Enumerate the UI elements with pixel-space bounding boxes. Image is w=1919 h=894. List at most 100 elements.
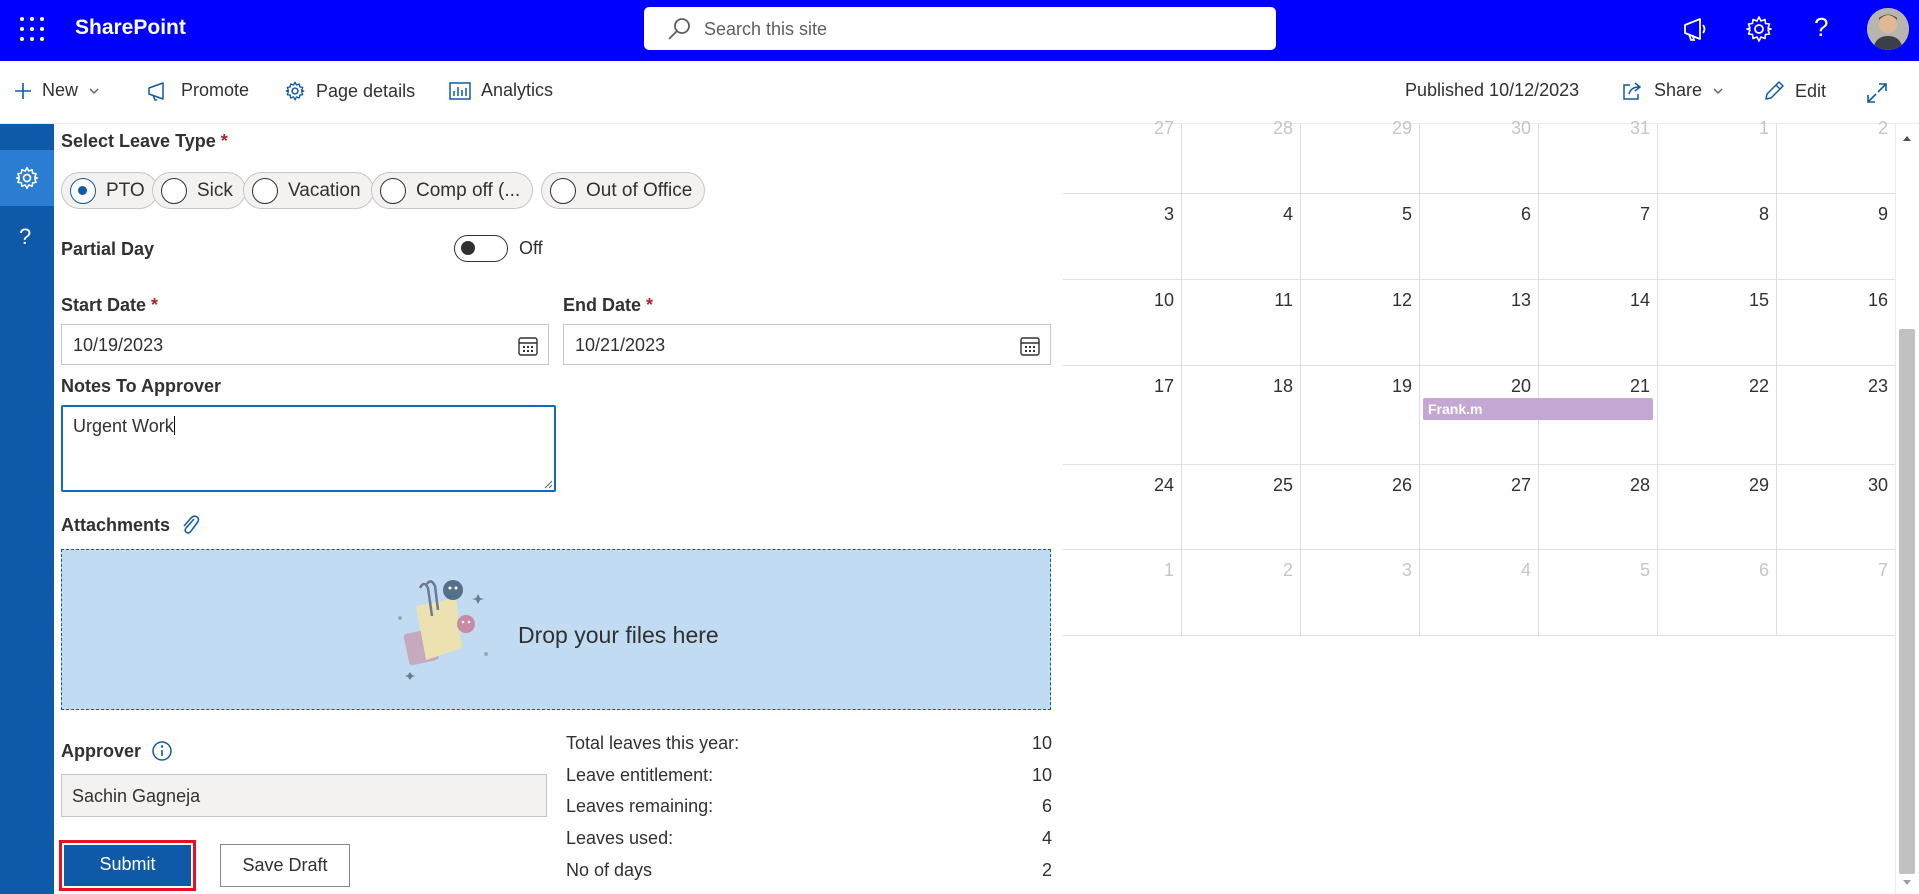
rail-settings-item[interactable] <box>0 150 54 206</box>
share-label: Share <box>1654 80 1703 100</box>
calendar-day-cell[interactable]: 26 <box>1301 465 1420 550</box>
user-avatar[interactable] <box>1867 8 1909 50</box>
calendar-day-cell[interactable]: 7 <box>1777 550 1896 636</box>
save-draft-button[interactable]: Save Draft <box>220 844 350 887</box>
calendar-day-cell[interactable]: 14 <box>1539 280 1658 366</box>
calendar-day-cell[interactable]: 10 <box>1063 280 1182 366</box>
share-icon <box>1623 81 1642 100</box>
stat-value-remaining: 6 <box>1041 796 1052 816</box>
calendar-day-number: 3 <box>1163 204 1174 224</box>
scroll-down-arrow-icon[interactable] <box>1902 879 1912 887</box>
calendar-day-cell[interactable]: 30 <box>1420 118 1539 194</box>
edit-button[interactable]: Edit <box>1763 80 1826 102</box>
leave-type-option-vacation[interactable]: Vacation <box>243 172 374 209</box>
partial-day-toggle[interactable] <box>454 235 508 262</box>
calendar-day-cell[interactable]: 30 <box>1777 465 1896 550</box>
start-date-label: Start Date * <box>61 295 158 316</box>
promote-button[interactable]: Promote <box>147 80 249 101</box>
calendar-day-cell[interactable]: 3 <box>1063 194 1182 280</box>
calendar-day-cell[interactable]: 6 <box>1420 194 1539 280</box>
calendar-day-number: 3 <box>1401 560 1412 580</box>
search-placeholder: Search this site <box>704 19 828 39</box>
submit-button[interactable]: Submit <box>59 840 196 891</box>
drop-files-text: Drop your files here <box>518 622 719 648</box>
calendar-day-cell[interactable]: 17 <box>1063 366 1182 465</box>
share-button[interactable]: Share <box>1622 80 1724 101</box>
app-brand[interactable]: SharePoint <box>75 16 186 40</box>
expand-icon[interactable] <box>1866 82 1888 104</box>
calendar-day-cell[interactable]: 9 <box>1777 194 1896 280</box>
calendar-day-cell[interactable]: 6 <box>1658 550 1777 636</box>
calendar-day-cell[interactable]: 15 <box>1658 280 1777 366</box>
calendar-day-cell[interactable]: 27 <box>1420 465 1539 550</box>
calendar-day-number: 19 <box>1391 376 1412 396</box>
calendar-day-number: 4 <box>1282 204 1293 224</box>
calendar-icon[interactable] <box>518 336 538 356</box>
calendar-day-cell[interactable]: 28 <box>1182 118 1301 194</box>
calendar-day-number: 20 <box>1510 376 1531 396</box>
resize-grip-icon[interactable] <box>543 479 553 489</box>
calendar-day-cell[interactable]: 3 <box>1301 550 1420 636</box>
search-box[interactable]: Search this site <box>644 7 1276 50</box>
leave-type-option-comp-off[interactable]: Comp off (... <box>371 172 534 209</box>
calendar-day-cell[interactable]: 16 <box>1777 280 1896 366</box>
calendar-day-cell[interactable]: 2 <box>1182 550 1301 636</box>
calendar-day-cell[interactable]: 29 <box>1301 118 1420 194</box>
calendar-day-cell[interactable]: 23 <box>1777 366 1896 465</box>
calendar-day-cell[interactable]: 13 <box>1420 280 1539 366</box>
help-icon[interactable]: ? <box>19 224 31 250</box>
calendar-day-cell[interactable]: 4 <box>1420 550 1539 636</box>
analytics-button[interactable]: Analytics <box>449 80 553 101</box>
leave-type-option-sick[interactable]: Sick <box>152 172 246 209</box>
start-date-field[interactable]: 10/19/2023 <box>61 324 549 365</box>
end-date-field[interactable]: 10/21/2023 <box>563 324 1051 365</box>
leave-type-option-pto[interactable]: PTO <box>61 172 158 209</box>
calendar-day-cell[interactable]: 29 <box>1658 465 1777 550</box>
leave-type-option-label: Comp off (... <box>416 179 521 201</box>
notes-textarea[interactable]: Urgent Work <box>61 405 556 492</box>
calendar-day-cell[interactable]: 2 <box>1777 118 1896 194</box>
info-icon[interactable] <box>151 740 173 762</box>
leave-type-option-label: PTO <box>106 179 145 201</box>
approver-field: Sachin Gagneja <box>61 774 547 817</box>
calendar-day-cell[interactable]: 12 <box>1301 280 1420 366</box>
scroll-up-arrow-icon[interactable] <box>1902 134 1912 142</box>
app-launcher-icon[interactable] <box>18 15 46 43</box>
radio-selected-icon <box>70 177 96 204</box>
chevron-down-icon <box>89 88 99 94</box>
calendar-day-cell[interactable]: 5 <box>1539 550 1658 636</box>
megaphone-icon[interactable] <box>1680 14 1710 44</box>
calendar-day-cell[interactable]: 27 <box>1063 118 1182 194</box>
calendar-day-cell[interactable]: 25 <box>1182 465 1301 550</box>
calendar-day-cell[interactable]: 18 <box>1182 366 1301 465</box>
calendar-icon[interactable] <box>1020 336 1040 356</box>
leave-type-option-out-of-office[interactable]: Out of Office <box>541 172 706 209</box>
calendar-day-cell[interactable]: 5 <box>1301 194 1420 280</box>
approver-label: Approver <box>61 741 142 761</box>
calendar-day-cell[interactable]: 22 <box>1658 366 1777 465</box>
calendar-day-cell[interactable]: 7 <box>1539 194 1658 280</box>
paperclip-icon[interactable] <box>180 514 200 536</box>
calendar-day-number: 14 <box>1629 290 1650 310</box>
calendar-day-cell[interactable]: 1 <box>1063 550 1182 636</box>
calendar-day-cell[interactable]: 31 <box>1539 118 1658 194</box>
calendar-day-cell[interactable]: 8 <box>1658 194 1777 280</box>
help-icon[interactable]: ? <box>1814 12 1828 43</box>
calendar-day-cell[interactable]: 24 <box>1063 465 1182 550</box>
calendar-day-cell[interactable]: 19 <box>1301 366 1420 465</box>
calendar-day-cell[interactable]: 11 <box>1182 280 1301 366</box>
calendar-day-number: 2 <box>1282 560 1293 580</box>
scrollbar-thumb[interactable] <box>1899 329 1915 874</box>
end-date-label: End Date * <box>563 295 653 316</box>
calendar-day-cell[interactable]: 4 <box>1182 194 1301 280</box>
new-button[interactable]: New <box>14 80 100 101</box>
calendar-event[interactable]: Frank.m <box>1423 398 1653 420</box>
calendar-day-cell[interactable]: 1 <box>1658 118 1777 194</box>
calendar-day-number: 28 <box>1272 118 1293 138</box>
suite-bar: SharePoint Search this site ? <box>0 0 1919 61</box>
page-details-button[interactable]: Page details <box>284 80 415 102</box>
approver-value: Sachin Gagneja <box>72 786 201 806</box>
file-drop-zone[interactable]: Drop your files here <box>61 549 1051 710</box>
settings-gear-icon[interactable] <box>1744 14 1774 44</box>
calendar-day-cell[interactable]: 28 <box>1539 465 1658 550</box>
